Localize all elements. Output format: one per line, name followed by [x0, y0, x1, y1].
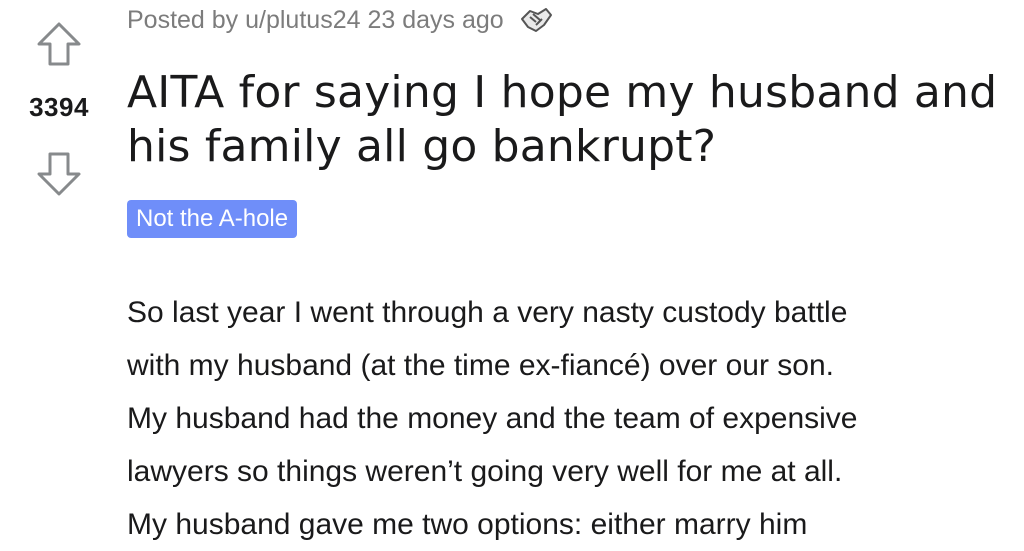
upvote-arrow-icon[interactable]	[35, 20, 83, 68]
post-body-line: So last year I went through a very nasty…	[127, 296, 848, 329]
post-container: Posted by u/plutus24 23 days ago AITA fo…	[127, 0, 1007, 551]
post-meta-text[interactable]: Posted by u/plutus24 23 days ago	[127, 6, 504, 35]
post-body-line: My husband gave me two options: either m…	[127, 508, 808, 541]
post-title[interactable]: AITA for saying I hope my husband and hi…	[127, 66, 1007, 174]
vote-column: 3394	[0, 0, 118, 535]
post-meta: Posted by u/plutus24 23 days ago	[127, 4, 1007, 36]
post-body: So last year I went through a very nasty…	[127, 286, 1007, 551]
vote-score: 3394	[29, 92, 89, 122]
post-body-line: with my husband (at the time ex-fiancé) …	[127, 349, 834, 382]
post-body-line: My husband had the money and the team of…	[127, 402, 858, 435]
downvote-arrow-icon[interactable]	[35, 150, 83, 198]
post-body-line: lawyers so things weren’t going very wel…	[127, 455, 843, 488]
post-flair[interactable]: Not the A-hole	[127, 200, 298, 238]
handshake-award-icon[interactable]	[518, 5, 554, 35]
